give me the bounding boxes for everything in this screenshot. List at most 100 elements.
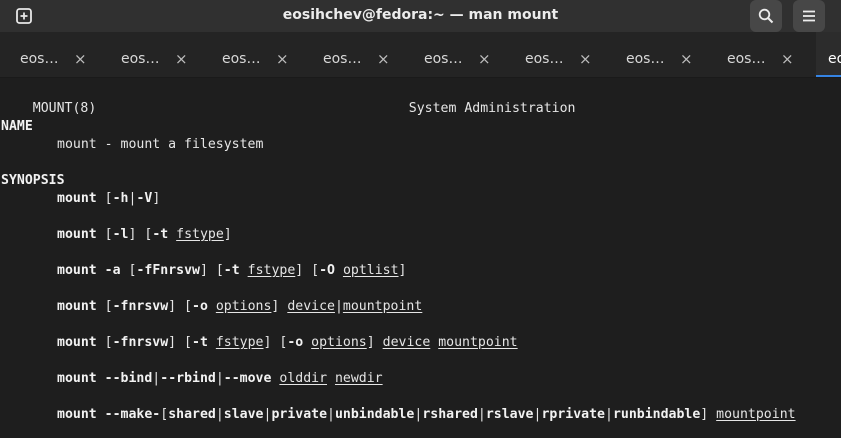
synopsis-argument: options [311,335,367,350]
close-tab-icon[interactable]: × [377,32,390,77]
synopsis-argument: newdir [334,371,383,386]
synopsis-argument: optlist [342,263,399,278]
synopsis-line: mount [-fnrsvw] [-o options] device|moun… [57,298,422,316]
synopsis-keyword: rprivate [541,407,605,422]
synopsis-keyword: mount [57,227,97,242]
synopsis-punct: | [334,299,343,314]
tab-4[interactable]: eos… × [303,32,404,77]
man-header-center: System Administration [408,101,576,116]
synopsis-keyword: slave [223,407,264,422]
synopsis-punct: [ [120,263,137,278]
synopsis-punct: [ [96,227,113,242]
synopsis-punct [208,299,216,314]
synopsis-punct: [ [96,191,113,206]
tab-label: eos… [222,51,261,67]
tab-9[interactable]: eo [816,32,841,77]
close-tab-icon[interactable]: × [276,32,289,77]
tab-label: eos… [121,51,160,67]
synopsis-keyword: --bind [104,371,153,386]
synopsis-keyword: -h [112,191,129,206]
synopsis-keyword: unbindable [334,407,415,422]
tab-6[interactable]: eos… × [505,32,606,77]
synopsis-argument: fstype [176,227,224,242]
synopsis-punct: [ [96,335,113,350]
synopsis-argument: mountpoint [716,407,796,422]
synopsis-keyword: -o [192,299,208,314]
synopsis-keyword: --rbind [160,371,216,386]
terminal-view[interactable]: MOUNT(8) System Administration NAME moun… [0,78,841,438]
name-description: mount - mount a filesystem [57,137,264,152]
synopsis-keyword: rshared [422,407,478,422]
synopsis-keyword: mount [57,263,97,278]
synopsis-argument: mountpoint [438,335,518,350]
synopsis-keyword: --make- [104,407,161,422]
synopsis-keyword: rslave [485,407,534,422]
hamburger-menu-icon [803,10,815,22]
close-tab-icon[interactable]: × [478,32,491,77]
tab-label: eos… [20,51,59,67]
close-tab-icon[interactable]: × [781,32,794,77]
main-menu-button[interactable] [793,0,825,32]
synopsis-argument: olddir [279,371,328,386]
tab-8[interactable]: eos… × [707,32,808,77]
close-tab-icon[interactable]: × [74,32,87,77]
synopsis-line: mount --bind|--rbind|--move olddir newdi… [57,370,383,388]
man-header: MOUNT(8) [1,82,97,116]
synopsis-keyword: shared [168,407,216,422]
man-header-center-line: System Administration [377,82,576,116]
synopsis-punct: ] [223,227,232,242]
synopsis-keyword: -V [136,191,153,206]
synopsis-punct: ] [ [128,227,153,242]
synopsis-argument: device [382,335,431,350]
synopsis-line: mount [-l] [-t fstype] [57,226,232,244]
tab-3[interactable]: eos… × [202,32,303,77]
close-tab-icon[interactable]: × [175,32,188,77]
synopsis-keyword: mount [57,371,97,386]
search-button[interactable] [750,0,782,32]
synopsis-punct: | [327,407,335,422]
synopsis-punct: ] [398,263,407,278]
synopsis-punct [335,263,343,278]
synopsis-keyword: -l [112,227,129,242]
close-tab-icon[interactable]: × [680,32,693,77]
synopsis-punct [97,407,105,422]
synopsis-argument: fstype [247,263,296,278]
tab-bar: eos… × eos… × eos… × eos… × eos… × eos… × eos… × eos… ×… [0,32,841,78]
synopsis-argument: options [215,299,272,314]
synopsis-punct: ] [700,407,717,422]
synopsis-punct [97,371,105,386]
synopsis-keyword: -O [319,263,335,278]
synopsis-line: mount [-h|-V] [57,190,160,208]
tab-1[interactable]: eos… × [0,32,101,77]
header-bar: eosihchev@fedora:~ — man mount [0,0,841,32]
synopsis-punct: ] [ [263,335,288,350]
synopsis-punct: ] [366,335,383,350]
tab-2[interactable]: eos… × [101,32,202,77]
close-tab-icon[interactable]: × [579,32,592,77]
synopsis-keyword: runbindable [612,407,701,422]
window-title: eosihchev@fedora:~ — man mount [282,7,559,23]
synopsis-punct: | [215,407,224,422]
synopsis-punct: | [477,407,486,422]
synopsis-punct: | [215,371,224,386]
search-icon [758,8,774,24]
synopsis-keyword: mount [57,191,97,206]
tab-7[interactable]: eos… × [606,32,707,77]
synopsis-punct: ] [ [168,335,192,350]
synopsis-keyword: mount [57,407,97,422]
synopsis-keyword: mount [57,335,97,350]
tab-label: eo [828,51,841,67]
synopsis-keyword: mount [57,299,97,314]
synopsis-punct: ] [ [199,263,224,278]
synopsis-punct [303,335,311,350]
synopsis-argument: fstype [215,335,264,350]
synopsis-punct: ] [271,299,288,314]
synopsis-keyword: --move [223,371,272,386]
synopsis-keyword: private [271,407,328,422]
tab-label: eos… [424,51,463,67]
synopsis-keyword: -fnrsvw [112,299,169,314]
synopsis-punct: ] [ [168,299,192,314]
tab-label: eos… [525,51,564,67]
synopsis-punct [240,263,248,278]
tab-5[interactable]: eos… × [404,32,505,77]
